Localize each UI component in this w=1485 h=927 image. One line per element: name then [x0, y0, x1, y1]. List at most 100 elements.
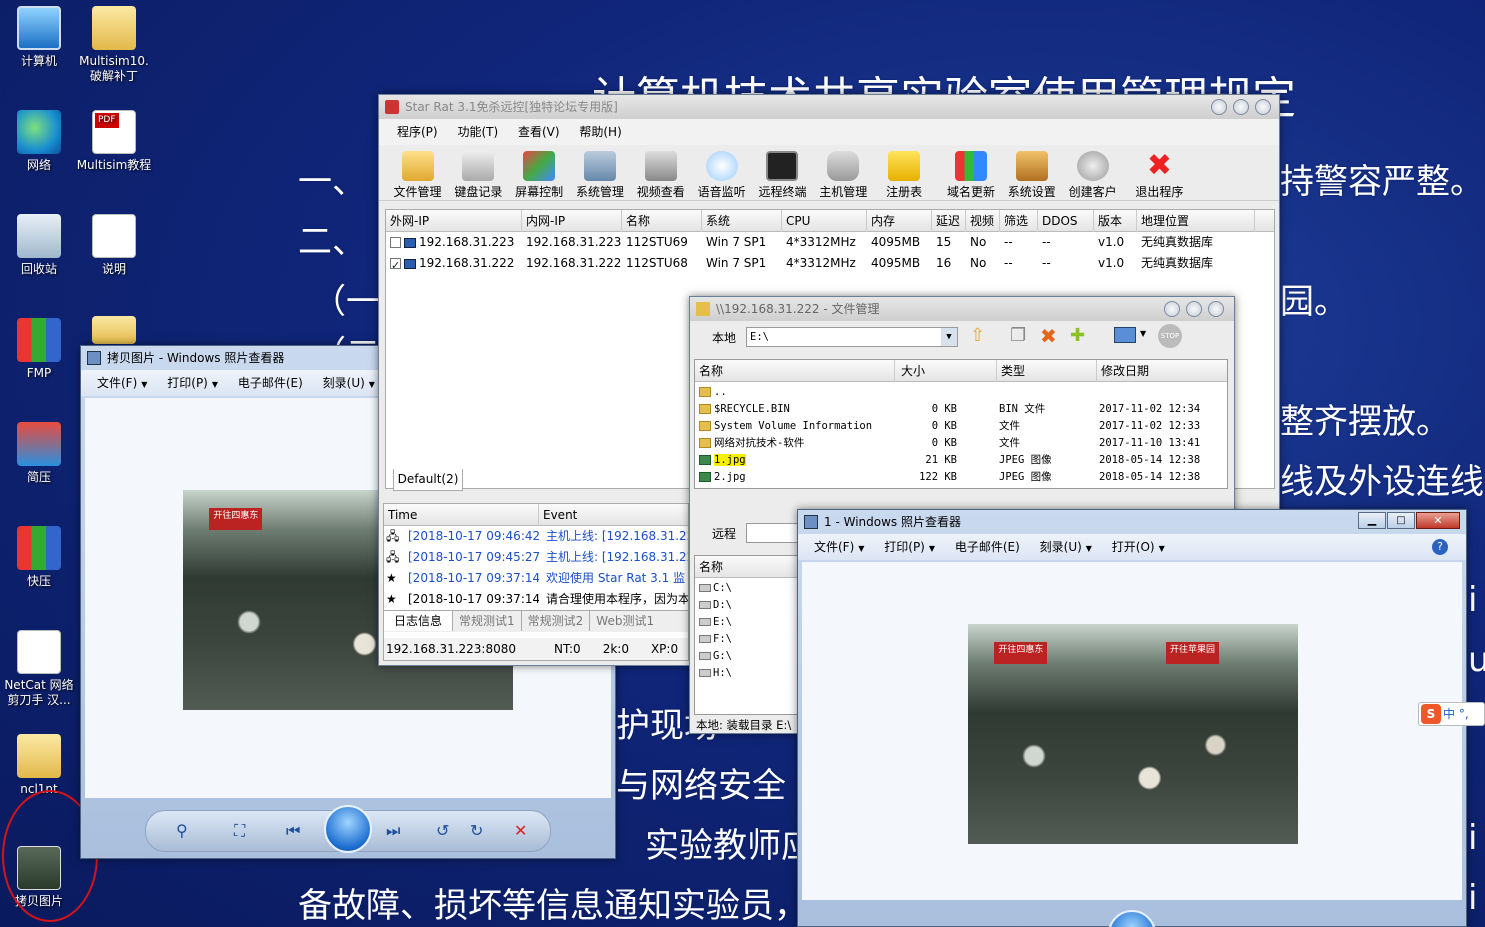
remote-path-dropdown[interactable] [746, 523, 800, 543]
desktop-icon-folder[interactable] [75, 316, 153, 348]
drive-row[interactable]: E:\ [695, 614, 803, 631]
minimize-icon[interactable] [1211, 99, 1227, 115]
desktop-icon-readme[interactable]: 说明 [75, 214, 153, 277]
desktop-icon-kuaiya[interactable]: 快压 [0, 526, 78, 589]
minimize-icon[interactable]: ▁ [1358, 512, 1386, 529]
drive-row[interactable]: C:\ [695, 580, 803, 597]
toolbar-keylogger-button[interactable]: 键盘记录 [450, 145, 507, 200]
new-folder-icon[interactable]: ✚ [1070, 325, 1085, 346]
window-titlebar[interactable]: \\192.168.31.222 - 文件管理 [690, 297, 1234, 321]
menu-file[interactable]: 文件(F) ▼ [89, 370, 155, 398]
file-row[interactable]: .. [695, 384, 1227, 401]
column-header[interactable]: 版本 [1094, 210, 1137, 232]
desktop-icon-computer[interactable]: 计算机 [0, 6, 78, 69]
file-row[interactable]: 网络对抗技术-软件 0 KB 文件 2017-11-10 13:41 [695, 435, 1227, 452]
menu-print[interactable]: 打印(P) ▼ [876, 534, 943, 562]
toolbar-system-manager-button[interactable]: 系统管理 [571, 145, 628, 200]
row-checkbox[interactable] [390, 237, 401, 248]
column-header[interactable]: DDOS [1038, 210, 1094, 232]
log-row[interactable]: ★ [2018-10-17 09:37:14] 请合理使用本程序，因为本 [384, 589, 688, 610]
log-row[interactable]: 🖧 [2018-10-17 09:45:27] 主机上线: [192.168.31.… [384, 547, 688, 568]
column-header[interactable]: 名称 [622, 210, 702, 232]
menu-open[interactable]: 打开(O) ▼ [1104, 534, 1173, 562]
toolbar-create-client-button[interactable]: 创建客户 [1064, 145, 1121, 200]
view-mode-icon[interactable] [1114, 327, 1136, 343]
ime-indicator[interactable]: S中 °, [1418, 702, 1485, 726]
menu-email[interactable]: 电子邮件(E) [230, 370, 311, 396]
tab-log-info[interactable]: 日志信息 [384, 611, 454, 631]
drive-row[interactable]: H:\ [695, 665, 803, 682]
column-header[interactable]: 筛选 [1000, 210, 1038, 232]
toolbar-terminal-button[interactable]: 远程终端 [754, 145, 811, 200]
column-header[interactable]: 延迟 [932, 210, 966, 232]
toolbar-exit-button[interactable]: ✖ 退出程序 [1131, 145, 1188, 200]
local-path-dropdown[interactable]: E:\ ▼ [746, 327, 958, 347]
slideshow-button[interactable] [324, 805, 372, 853]
log-row[interactable]: 🖧 [2018-10-17 09:46:42] 主机上线: [192.168.31.… [384, 526, 688, 547]
drive-row[interactable]: G:\ [695, 648, 803, 665]
file-row[interactable]: System Volume Information 0 KB 文件 2017-11-0… [695, 418, 1227, 435]
toolbar-dns-update-button[interactable]: 域名更新 [942, 145, 999, 200]
desktop-icon-netcat[interactable]: NetCat 网络剪刀手 汉... [0, 630, 78, 708]
file-row[interactable]: 1.jpg 21 KB JPEG 图像 2018-05-14 12:38 [695, 452, 1227, 469]
row-checkbox[interactable] [390, 255, 401, 274]
desktop-icon-fmp[interactable]: FMP [0, 318, 78, 381]
window-titlebar[interactable]: 1 - Windows 照片查看器 ▁ □ ✕ [798, 510, 1466, 534]
fit-window-icon[interactable]: ⛶ [234, 821, 245, 841]
menu-file[interactable]: 文件(F) ▼ [806, 534, 872, 562]
toolbar-video-button[interactable]: 视频查看 [632, 145, 689, 200]
desktop-icon-nclint[interactable]: ncl1nt [0, 734, 78, 797]
rotate-right-icon[interactable]: ↻ [470, 821, 483, 840]
drive-row[interactable]: D:\ [695, 597, 803, 614]
desktop-icon-network[interactable]: 网络 [0, 110, 78, 173]
delete-icon[interactable]: ✕ [514, 821, 527, 840]
chevron-down-icon[interactable]: ▼ [1140, 329, 1146, 338]
previous-icon[interactable]: ⏮ [286, 821, 300, 841]
desktop-icon-jianya[interactable]: 简压 [0, 422, 78, 485]
next-icon[interactable]: ⏭ [386, 821, 400, 841]
maximize-icon[interactable] [1186, 301, 1202, 317]
menu-help[interactable]: 帮助(H) [571, 119, 629, 145]
toolbar-registry-button[interactable]: 注册表 [876, 145, 933, 200]
desktop-icon-recycle-bin[interactable]: 回收站 [0, 214, 78, 277]
table-row[interactable]: 192.168.31.223 192.168.31.223 112STU69 Win … [386, 232, 1274, 253]
toolbar-screen-control-button[interactable]: 屏幕控制 [511, 145, 568, 200]
column-header[interactable]: 内网-IP [522, 210, 622, 232]
minimize-icon[interactable] [1164, 301, 1180, 317]
toolbar-host-manager-button[interactable]: 主机管理 [815, 145, 872, 200]
copy-icon[interactable]: ❐ [1010, 325, 1026, 346]
menu-burn[interactable]: 刻录(U) ▼ [315, 370, 383, 398]
close-icon[interactable] [1208, 301, 1224, 317]
log-row[interactable]: ★ [2018-10-17 09:37:14] 欢迎使用 Star Rat 3.1 … [384, 568, 688, 589]
column-header[interactable]: 外网-IP [386, 210, 522, 232]
desktop-icon-multisim-patch[interactable]: Multisim10.破解补丁 [75, 6, 153, 84]
file-row[interactable]: 2.jpg 122 KB JPEG 图像 2018-05-14 12:38 [695, 469, 1227, 486]
table-row[interactable]: 192.168.31.222192.168.31.222112STU68Win … [386, 253, 1274, 274]
tab-test-2[interactable]: 常规测试2 [522, 611, 591, 631]
slideshow-button[interactable] [1108, 910, 1156, 927]
menu-function[interactable]: 功能(T) [449, 119, 506, 145]
menu-burn[interactable]: 刻录(U) ▼ [1032, 534, 1100, 562]
menu-view[interactable]: 查看(V) [510, 119, 568, 145]
maximize-icon[interactable]: □ [1387, 512, 1415, 529]
drive-row[interactable]: F:\ [695, 631, 803, 648]
menu-email[interactable]: 电子邮件(E) [947, 534, 1028, 560]
menu-print[interactable]: 打印(P) ▼ [159, 370, 226, 398]
menu-program[interactable]: 程序(P) [389, 119, 446, 145]
stop-icon[interactable]: STOP [1158, 324, 1182, 348]
close-icon[interactable] [1255, 99, 1271, 115]
toolbar-audio-button[interactable]: 语音监听 [693, 145, 750, 200]
file-row[interactable]: $RECYCLE.BIN 0 KB BIN 文件 2017-11-02 12:34 [695, 401, 1227, 418]
maximize-icon[interactable] [1233, 99, 1249, 115]
window-titlebar[interactable]: Star Rat 3.1免杀远控[独特论坛专用版] [379, 95, 1279, 119]
toolbar-file-manager-button[interactable]: 文件管理 [389, 145, 446, 200]
zoom-icon[interactable]: ⚲ [176, 821, 188, 840]
rotate-left-icon[interactable]: ↺ [436, 821, 449, 840]
close-icon[interactable]: ✕ [1416, 512, 1460, 529]
photo-viewer-right-window[interactable]: 1 - Windows 照片查看器 ▁ □ ✕ 文件(F) ▼ 打印(P) ▼ 电子… [797, 509, 1467, 927]
tab-web-test[interactable]: Web测试1 [590, 611, 660, 631]
folder-up-icon[interactable]: ⇧ [970, 325, 985, 346]
column-header[interactable]: 内存 [867, 210, 932, 232]
toolbar-settings-button[interactable]: 系统设置 [1003, 145, 1060, 200]
desktop-icon-multisim-tutorial[interactable]: Multisim教程 [75, 110, 153, 173]
